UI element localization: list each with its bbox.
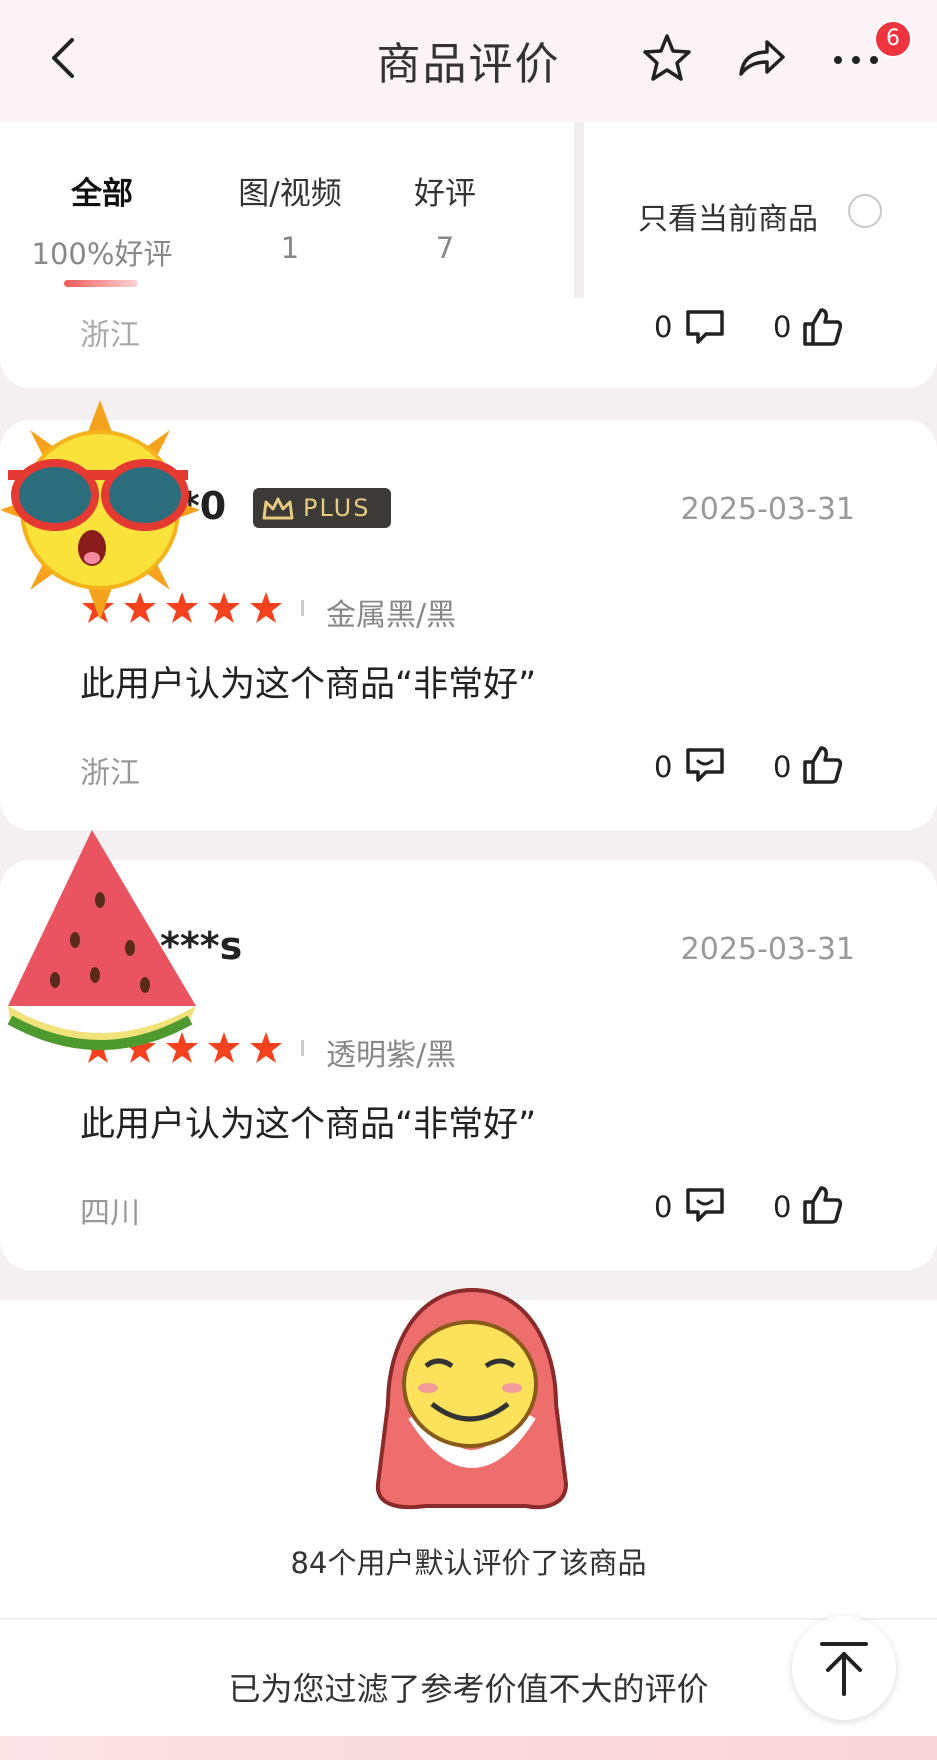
share-icon[interactable]: [733, 30, 789, 86]
back-to-top-button[interactable]: [792, 1616, 896, 1720]
tab-media-label: 图/视频: [238, 176, 342, 212]
star-icon: [250, 1032, 282, 1063]
thumbs-up-icon[interactable]: [799, 304, 845, 350]
product-variant: 金属黑/黑: [326, 598, 457, 633]
review-text: 此用户认为这个商品“非常好”: [80, 665, 537, 705]
thumbs-up-icon[interactable]: [799, 1182, 845, 1228]
footer-divider: [0, 1618, 937, 1620]
comment-icon[interactable]: [682, 304, 728, 350]
review-date: 2025-03-31: [680, 492, 855, 527]
product-variant: 透明紫/黑: [326, 1038, 457, 1073]
tab-positive-label: 好评: [414, 176, 476, 212]
tab-positive[interactable]: 好评 7: [370, 168, 520, 265]
active-tab-indicator: [64, 280, 138, 287]
like-count: 0: [773, 310, 792, 344]
comment-icon[interactable]: [682, 742, 728, 788]
tab-media-count: 1: [280, 231, 300, 265]
watermelon-sticker: [7, 830, 196, 1050]
thumbs-up-icon[interactable]: [799, 742, 845, 788]
review-card-previous: 浙江 0 0: [0, 300, 937, 388]
blanket-emoji-sticker: [375, 1287, 569, 1510]
review-location: 浙江: [80, 756, 140, 791]
sun-sticker: [0, 400, 200, 620]
comment-count: 0: [654, 310, 673, 344]
filter-divider: [574, 122, 584, 298]
tab-all-sub: 100%好评: [31, 237, 173, 271]
favorite-star-icon[interactable]: [639, 30, 695, 86]
comment-count: 0: [654, 750, 673, 784]
star-icon: [208, 592, 240, 623]
crown-icon: [262, 497, 294, 520]
star-icon: [250, 592, 282, 623]
tab-all-label: 全部: [71, 176, 133, 212]
review-location: 四川: [80, 1196, 140, 1231]
star-icon: [208, 1032, 240, 1063]
tab-positive-count: 7: [435, 231, 455, 265]
review-text: 此用户认为这个商品“非常好”: [80, 1105, 537, 1145]
top-bar: 商品评价 6: [0, 0, 937, 122]
comment-icon[interactable]: [682, 1182, 728, 1228]
tab-all[interactable]: 全部 100%好评: [27, 168, 177, 273]
like-count: 0: [773, 1190, 792, 1224]
plus-label: PLUS: [303, 494, 371, 522]
rating-separator: [301, 600, 304, 616]
default-reviews-note: 84个用户默认评价了该商品: [290, 1546, 647, 1580]
page-title: 商品评价: [376, 39, 561, 90]
notification-badge: 6: [874, 20, 912, 58]
like-count: 0: [773, 750, 792, 784]
bottom-strip: [0, 1736, 937, 1760]
rating-separator: [301, 1040, 304, 1056]
arrow-up-icon: [820, 1642, 868, 1696]
comment-count: 0: [654, 1190, 673, 1224]
tab-media[interactable]: 图/视频 1: [215, 168, 365, 265]
only-current-radio[interactable]: [848, 194, 882, 228]
review-location: 浙江: [80, 318, 140, 353]
review-date: 2025-03-31: [680, 932, 855, 967]
plus-member-badge: PLUS: [253, 488, 391, 528]
only-current-label[interactable]: 只看当前商品: [638, 194, 818, 238]
